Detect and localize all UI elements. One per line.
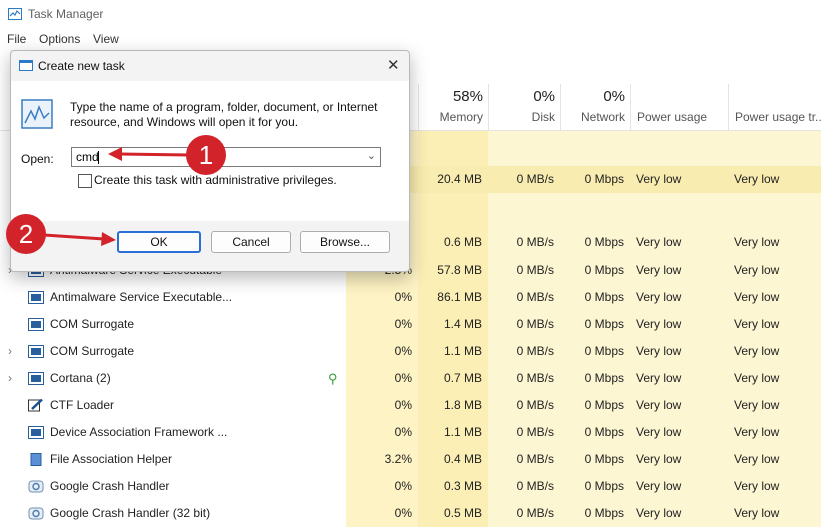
arrow-1 bbox=[108, 147, 191, 161]
step-1-callout: 1 bbox=[186, 135, 226, 175]
step-2-callout: 2 bbox=[6, 214, 46, 254]
annotation-layer bbox=[43, 147, 191, 246]
arrow-2 bbox=[43, 232, 116, 246]
